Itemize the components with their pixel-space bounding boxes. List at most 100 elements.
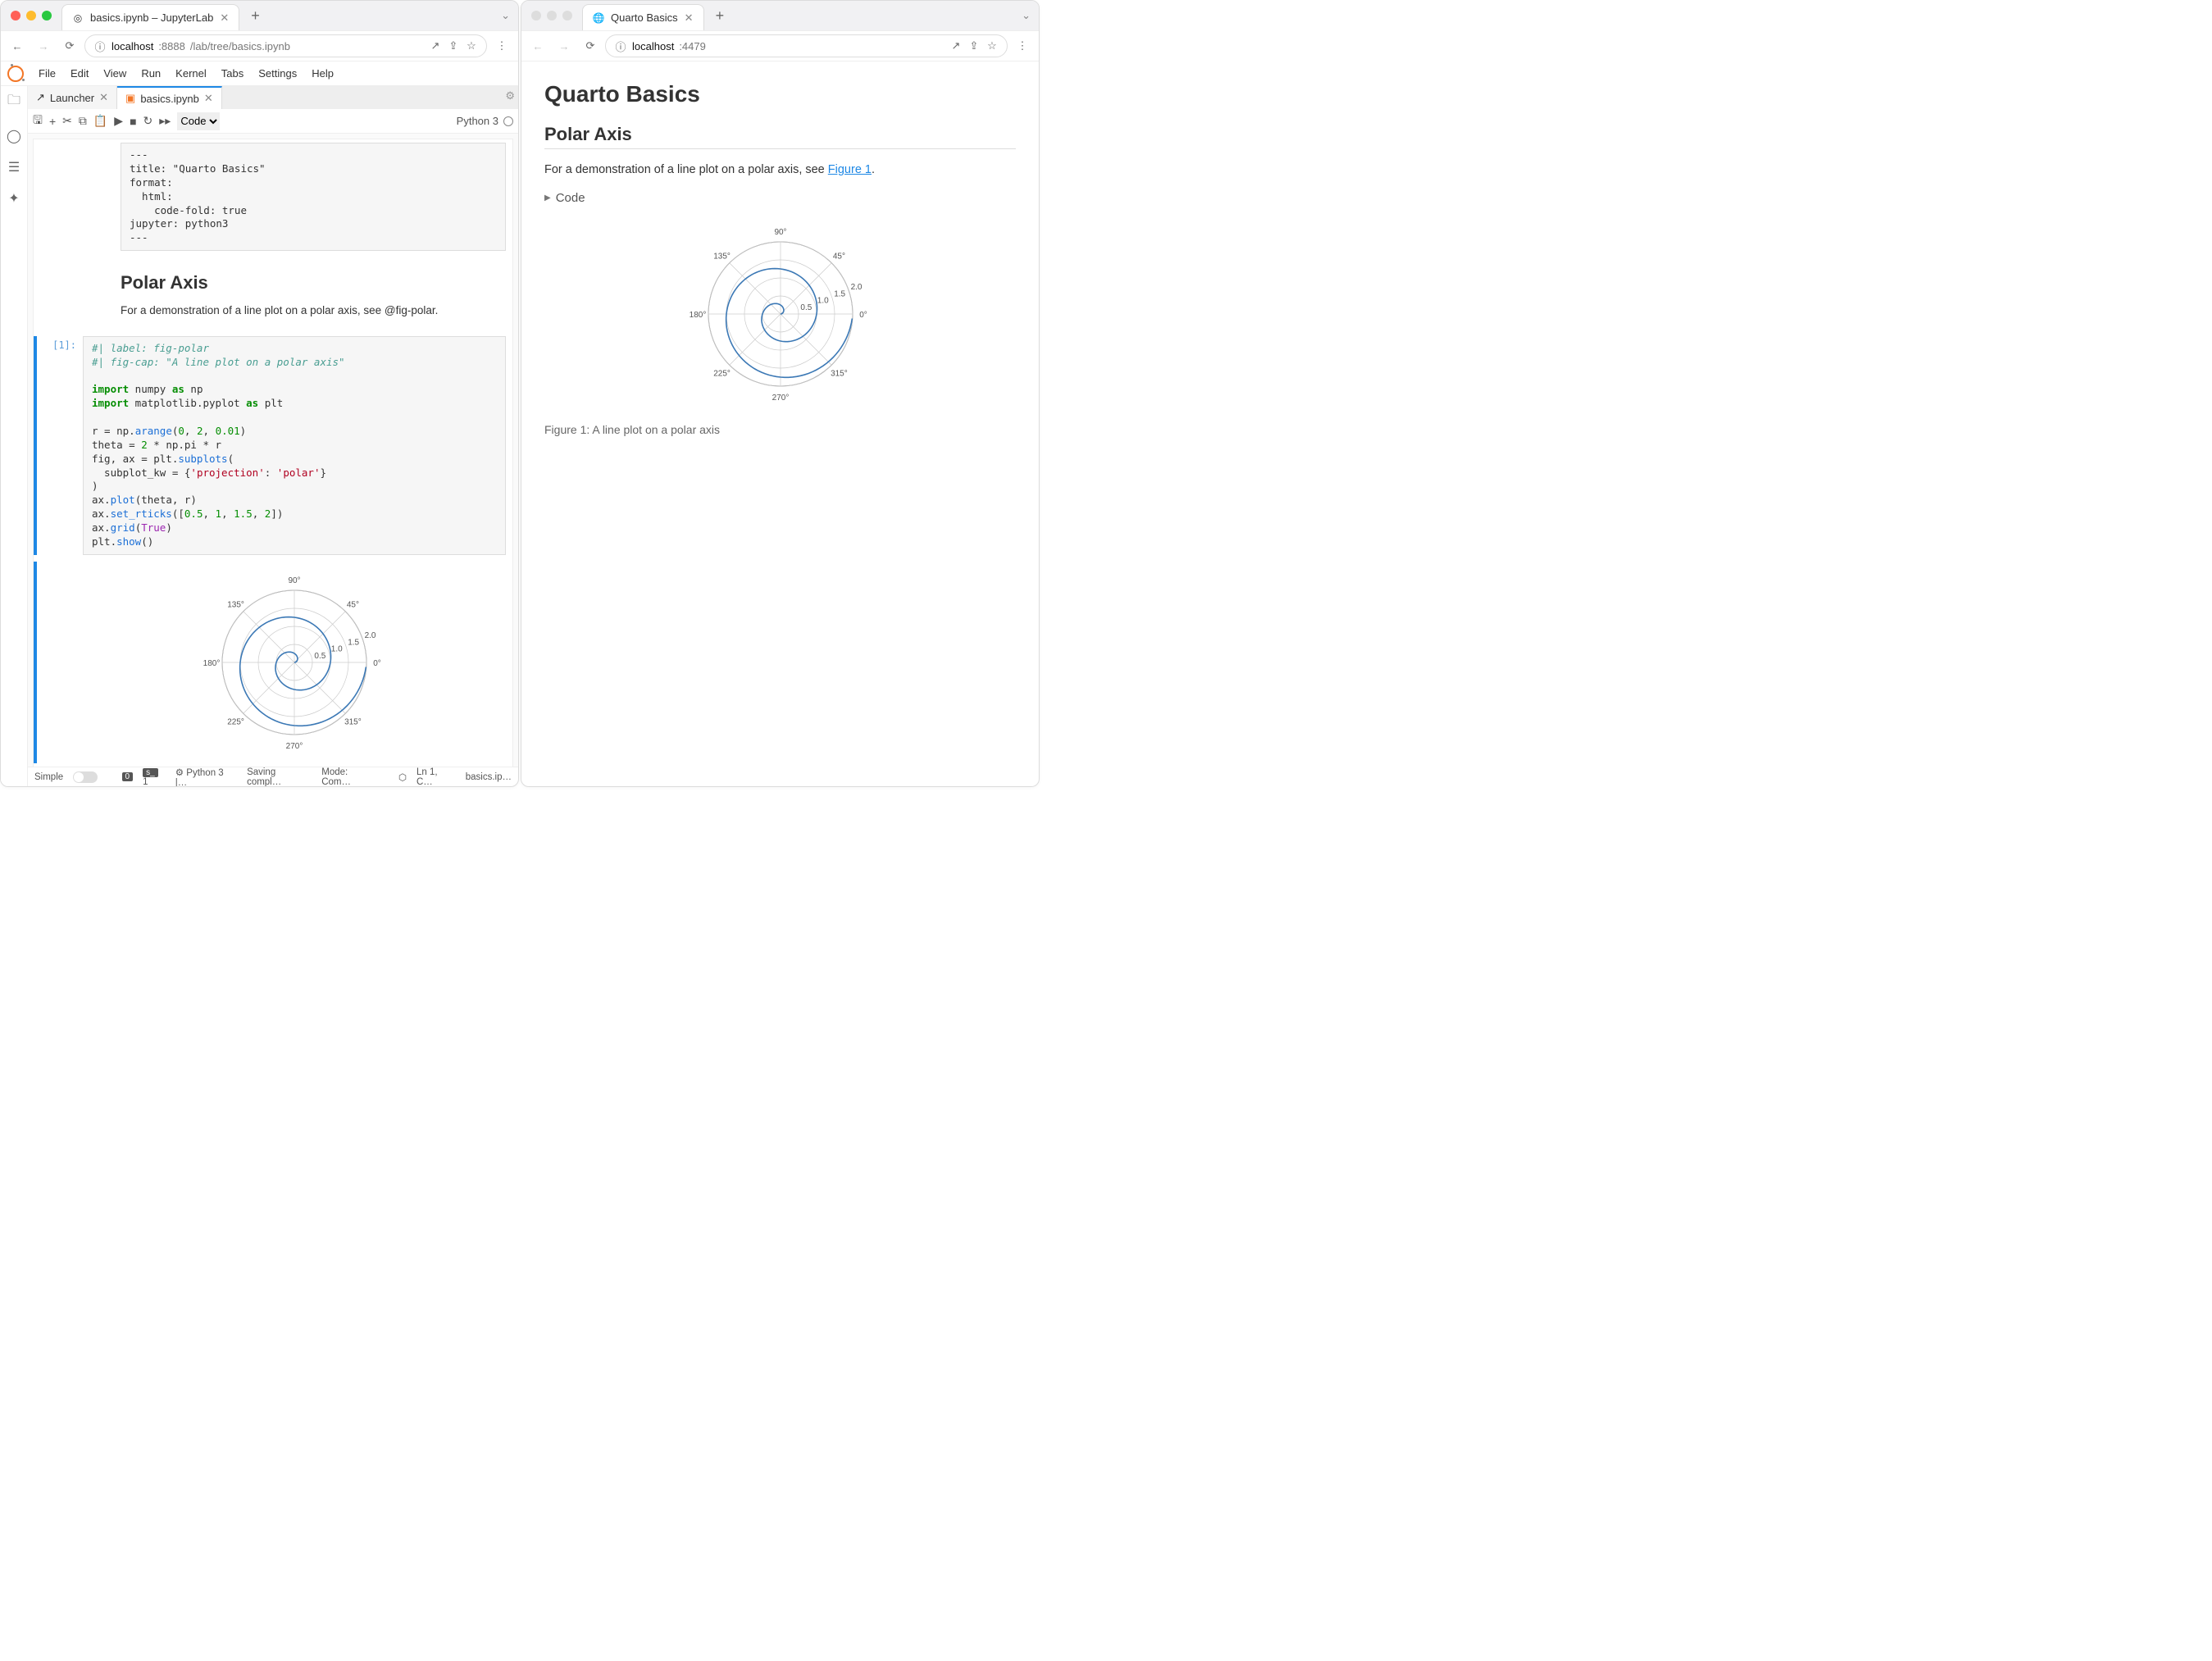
doctab-launcher[interactable]: ↗ Launcher ✕ (28, 86, 117, 109)
minimize-window-icon[interactable] (26, 11, 36, 20)
svg-text:0.5: 0.5 (314, 652, 325, 661)
jupyterlab-window: ◎ basics.ipynb – JupyterLab ✕ + ⌄ ← → ⟳ … (0, 0, 519, 787)
extensions-icon[interactable]: ✦ (8, 190, 19, 207)
file-browser-icon[interactable]: 🗀 (7, 91, 20, 113)
menu-run[interactable]: Run (141, 67, 161, 80)
new-tab-button[interactable]: + (708, 7, 733, 25)
notebook-toolbar: 🖫 + ✂ ⧉ 📋 ▶ ■ ↻ ▸▸ Code Python 3 (28, 109, 518, 134)
url-host: localhost (112, 40, 153, 52)
restart-icon[interactable]: ↻ (143, 114, 153, 128)
forward-button[interactable]: → (32, 34, 55, 57)
back-button[interactable]: ← (526, 34, 549, 57)
site-info-icon[interactable]: ⓘ (614, 39, 627, 52)
svg-text:90°: 90° (288, 576, 300, 585)
section-heading: Polar Axis (121, 272, 506, 294)
back-button[interactable]: ← (6, 34, 29, 57)
titlebar-right: 🌐 Quarto Basics ✕ + ⌄ (521, 1, 1039, 30)
close-tab-icon[interactable]: ✕ (685, 11, 694, 25)
close-icon[interactable]: ✕ (99, 91, 108, 104)
url-field[interactable]: ⓘ localhost:4479 ↗ ⇪ ☆ (605, 34, 1008, 57)
status-one[interactable]: 1 (143, 777, 148, 787)
tabs-dropdown-icon[interactable]: ⌄ (493, 9, 518, 22)
menu-kernel[interactable]: Kernel (175, 67, 207, 80)
notebook-area[interactable]: --- title: "Quarto Basics" format: html:… (28, 134, 518, 767)
preview-content[interactable]: Quarto Basics Polar Axis For a demonstra… (521, 61, 1039, 786)
menu-edit[interactable]: Edit (71, 67, 89, 80)
close-tab-icon[interactable]: ✕ (220, 11, 229, 25)
share-icon[interactable]: ⇪ (967, 39, 981, 52)
copy-icon[interactable]: ⧉ (79, 114, 87, 128)
url-port: :4479 (679, 40, 706, 52)
close-icon[interactable]: ✕ (204, 92, 213, 105)
simple-toggle[interactable] (73, 771, 97, 783)
browser-menu-icon[interactable]: ⋮ (490, 34, 513, 57)
document-tabs: ↗ Launcher ✕ ▣ basics.ipynb ✕ ⚙ (28, 86, 518, 109)
cell-output: 0°45°90°135°180°225°270°315°0.51.01.52.0 (34, 558, 512, 767)
code-fold-label: Code (556, 191, 585, 205)
menu-view[interactable]: View (103, 67, 126, 80)
menu-settings[interactable]: Settings (258, 67, 297, 80)
site-info-icon[interactable]: ⓘ (93, 39, 107, 52)
figure-link[interactable]: Figure 1 (828, 163, 872, 176)
svg-text:270°: 270° (771, 394, 789, 403)
reload-button[interactable]: ⟳ (579, 34, 602, 57)
celltype-select[interactable]: Code (177, 112, 220, 130)
cell-raw[interactable]: --- title: "Quarto Basics" format: html:… (34, 139, 512, 254)
svg-text:135°: 135° (713, 253, 731, 262)
browser-tab-active[interactable]: 🌐 Quarto Basics ✕ (582, 4, 704, 30)
url-field[interactable]: ⓘ localhost:8888/lab/tree/basics.ipynb ↗… (84, 34, 487, 57)
paste-icon[interactable]: 📋 (93, 114, 107, 128)
kernel-status-icon[interactable] (503, 116, 513, 126)
trusted-icon[interactable]: ⬡ (398, 771, 407, 783)
forward-button[interactable]: → (553, 34, 576, 57)
run-all-icon[interactable]: ▸▸ (159, 114, 171, 128)
minimize-window-icon[interactable] (547, 11, 557, 20)
browser-menu-icon[interactable]: ⋮ (1011, 34, 1034, 57)
code-cell-content[interactable]: #| label: fig-polar #| fig-cap: "A line … (83, 336, 506, 555)
execution-prompt: [1]: (39, 336, 83, 555)
cell-code[interactable]: [1]: #| label: fig-polar #| fig-cap: "A … (34, 333, 512, 558)
kernel-name[interactable]: Python 3 (457, 115, 498, 127)
jupyter-logo-icon[interactable] (7, 66, 24, 82)
zoom-window-icon[interactable] (42, 11, 52, 20)
menu-help[interactable]: Help (312, 67, 334, 80)
close-window-icon[interactable] (531, 11, 541, 20)
reload-button[interactable]: ⟳ (58, 34, 81, 57)
cut-icon[interactable]: ✂ (62, 114, 72, 128)
cell-markdown[interactable]: Polar Axis For a demonstration of a line… (34, 254, 512, 333)
svg-text:45°: 45° (832, 253, 844, 262)
menu-tabs[interactable]: Tabs (221, 67, 244, 80)
open-external-icon[interactable]: ↗ (949, 39, 963, 52)
bookmark-icon[interactable]: ☆ (465, 39, 478, 52)
toc-icon[interactable]: ☰ (8, 159, 20, 175)
add-cell-icon[interactable]: + (49, 115, 56, 128)
jupyter-menubar: File Edit View Run Kernel Tabs Settings … (1, 61, 518, 86)
window-controls[interactable] (1, 11, 58, 20)
run-icon[interactable]: ▶ (114, 114, 123, 128)
stop-icon[interactable]: ■ (130, 115, 136, 128)
close-window-icon[interactable] (11, 11, 20, 20)
new-tab-button[interactable]: + (243, 7, 268, 25)
markdown-paragraph: For a demonstration of a line plot on a … (121, 302, 506, 320)
status-zero[interactable]: 0 (122, 772, 134, 781)
share-icon[interactable]: ⇪ (447, 39, 460, 52)
raw-cell-content[interactable]: --- title: "Quarto Basics" format: html:… (121, 143, 506, 251)
open-external-icon[interactable]: ↗ (429, 39, 442, 52)
running-terminals-icon[interactable]: ◯ (7, 128, 21, 144)
bookmark-icon[interactable]: ☆ (985, 39, 999, 52)
menu-file[interactable]: File (39, 67, 56, 80)
save-icon[interactable]: 🖫 (33, 111, 43, 131)
figure-caption: Figure 1: A line plot on a polar axis (544, 423, 1016, 436)
tab-settings-icon[interactable]: ⚙ (505, 89, 515, 102)
browser-tab-title: Quarto Basics (611, 11, 678, 24)
tabs-dropdown-icon[interactable]: ⌄ (1013, 9, 1039, 22)
doctab-notebook[interactable]: ▣ basics.ipynb ✕ (117, 86, 222, 109)
activity-bar: 🗀 ◯ ☰ ✦ (1, 86, 28, 786)
zoom-window-icon[interactable] (562, 11, 572, 20)
browser-tab-active[interactable]: ◎ basics.ipynb – JupyterLab ✕ (61, 4, 239, 30)
status-kernel[interactable]: ⚙ Python 3 |… (175, 767, 237, 788)
window-controls[interactable] (521, 11, 579, 20)
code-fold-summary[interactable]: ▶ Code (544, 191, 1016, 205)
svg-text:0.5: 0.5 (800, 303, 812, 312)
polar-plot-output: 0°45°90°135°180°225°270°315°0.51.01.52.0 (83, 562, 506, 763)
